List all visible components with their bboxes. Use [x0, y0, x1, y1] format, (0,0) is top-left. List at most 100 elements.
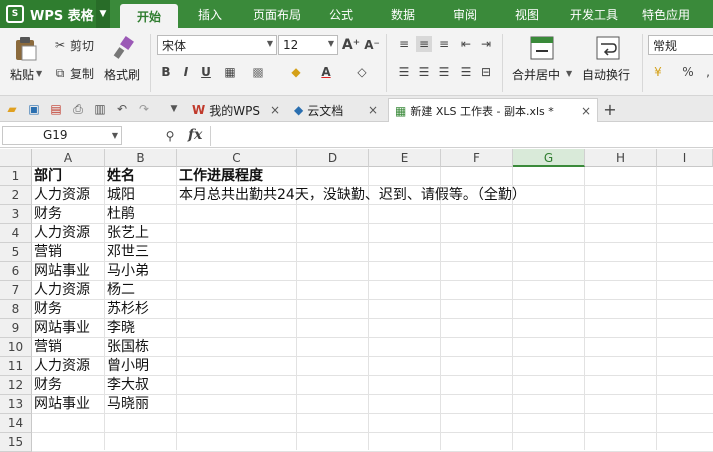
cell-dept[interactable]: 营销 [32, 338, 62, 357]
cell-dept[interactable]: 营销 [32, 243, 62, 262]
row-header-12[interactable]: 12 [0, 376, 32, 395]
close-icon[interactable]: × [581, 104, 591, 118]
tab-features[interactable]: 特色应用 [634, 0, 698, 28]
indent-icon[interactable]: ⇥ [478, 36, 494, 52]
tab-formulas[interactable]: 公式 [318, 0, 364, 28]
cell-name[interactable]: 苏杉杉 [105, 300, 149, 319]
column-header-c[interactable]: C [177, 149, 297, 167]
close-icon[interactable]: × [270, 103, 280, 117]
column-header-h[interactable]: H [585, 149, 657, 167]
name-box[interactable]: G19 ▼ [2, 126, 122, 145]
bold-icon[interactable]: B [158, 64, 174, 80]
cell-name[interactable]: 李晓 [105, 319, 135, 338]
row-header-1[interactable]: 1 [0, 167, 32, 186]
column-header-d[interactable]: D [297, 149, 369, 167]
increase-font-icon[interactable]: A⁺ [342, 37, 360, 53]
close-icon[interactable]: × [368, 103, 378, 117]
font-color-icon[interactable]: A [318, 64, 334, 80]
print-preview-icon[interactable]: ▥ [92, 101, 108, 117]
row-header-9[interactable]: 9 [0, 319, 32, 338]
cell-dept[interactable]: 网站事业 [32, 262, 90, 281]
cell-name[interactable]: 张国栋 [105, 338, 149, 357]
underline-icon[interactable]: U [198, 64, 214, 80]
tab-view[interactable]: 视图 [504, 0, 550, 28]
tab-cloud-docs[interactable]: ◆ 云文档 × [288, 98, 384, 122]
cell-dept[interactable]: 人力资源 [32, 224, 90, 243]
new-tab-icon[interactable]: + [602, 100, 618, 119]
percent-button[interactable]: % [680, 64, 696, 80]
row-header-2[interactable]: 2 [0, 186, 32, 205]
select-all-corner[interactable] [0, 149, 32, 167]
cell-dept[interactable]: 财务 [32, 205, 62, 224]
column-header-i[interactable]: I [657, 149, 713, 167]
row-header-15[interactable]: 15 [0, 433, 32, 452]
italic-icon[interactable]: I [178, 64, 194, 80]
wrap-text-button[interactable]: 自动换行 [580, 34, 636, 92]
column-header-b[interactable]: B [105, 149, 177, 167]
cell-dept[interactable]: 人力资源 [32, 281, 90, 300]
paste-button[interactable]: 粘贴 ▼ [10, 34, 42, 92]
row-header-11[interactable]: 11 [0, 357, 32, 376]
cell-name[interactable]: 城阳 [105, 186, 135, 205]
row-header-4[interactable]: 4 [0, 224, 32, 243]
fill-color-icon[interactable]: ◆ [288, 64, 304, 80]
chevron-down-icon[interactable]: ▼ [112, 127, 118, 144]
align-middle-icon[interactable]: ≡ [416, 36, 432, 52]
row-header-14[interactable]: 14 [0, 414, 32, 433]
font-name-select[interactable]: 宋体 ▼ [157, 35, 277, 55]
tab-home[interactable]: 开始 [120, 4, 178, 28]
align-right-icon[interactable]: ☰ [436, 64, 452, 80]
undo-icon[interactable]: ↶ [114, 101, 130, 117]
merge-center-button[interactable]: 合并居中 ▼ [508, 34, 574, 92]
justify-icon[interactable]: ☰ [458, 64, 474, 80]
column-header-e[interactable]: E [369, 149, 441, 167]
fill-pattern-icon[interactable]: ▩ [250, 64, 266, 80]
tab-developer[interactable]: 开发工具 [562, 0, 626, 28]
cell-name[interactable]: 马小弟 [105, 262, 149, 281]
distribute-icon[interactable]: ⊟ [478, 64, 494, 80]
folder-icon[interactable]: ▰ [4, 101, 20, 117]
border-icon[interactable]: ▦ [222, 64, 238, 80]
row-header-3[interactable]: 3 [0, 205, 32, 224]
tab-insert[interactable]: 插入 [184, 0, 236, 28]
row-header-8[interactable]: 8 [0, 300, 32, 319]
cell-name[interactable]: 李大叔 [105, 376, 149, 395]
cell-name[interactable]: 马晓丽 [105, 395, 149, 414]
row-header-13[interactable]: 13 [0, 395, 32, 414]
align-left-icon[interactable]: ☰ [396, 64, 412, 80]
font-size-select[interactable]: 12 ▼ [278, 35, 338, 55]
cell-dept[interactable]: 财务 [32, 376, 62, 395]
cell-name[interactable]: 杜鹃 [105, 205, 135, 224]
tab-workbook[interactable]: ▦ 新建 XLS 工作表 - 副本.xls * × [388, 98, 598, 122]
copy-button[interactable]: ⧉ 复制 [52, 64, 94, 82]
zoom-search-icon[interactable]: ⚲ [162, 128, 178, 144]
column-header-a[interactable]: A [32, 149, 105, 167]
tab-my-wps[interactable]: W 我的WPS × [186, 98, 286, 122]
row-header-5[interactable]: 5 [0, 243, 32, 262]
chevron-down-icon[interactable]: ▼ [36, 69, 42, 78]
tab-data[interactable]: 数据 [380, 0, 426, 28]
comma-style-icon[interactable]: , [700, 64, 713, 80]
align-center-icon[interactable]: ☰ [416, 64, 432, 80]
cell-dept[interactable]: 人力资源 [32, 186, 90, 205]
clear-format-icon[interactable]: ◇ [354, 64, 370, 80]
number-format-select[interactable]: 常规 [648, 35, 713, 55]
cell-name[interactable]: 张艺上 [105, 224, 149, 243]
currency-icon[interactable]: ¥ [650, 64, 666, 80]
insert-function-icon[interactable]: fx [188, 127, 202, 143]
cell-dept[interactable]: 网站事业 [32, 319, 90, 338]
cell-dept[interactable]: 网站事业 [32, 395, 90, 414]
chevron-down-icon[interactable]: ▼ [96, 0, 110, 28]
chevron-down-icon[interactable]: ▼ [166, 101, 182, 117]
row-header-6[interactable]: 6 [0, 262, 32, 281]
redo-icon[interactable]: ↷ [136, 101, 152, 117]
format-painter-button[interactable]: 格式刷 [104, 34, 144, 92]
align-top-icon[interactable]: ≡ [396, 36, 412, 52]
cell-header-progress[interactable]: 工作进展程度 [177, 167, 263, 186]
cell-name[interactable]: 邓世三 [105, 243, 149, 262]
formula-input[interactable] [210, 126, 713, 146]
tab-review[interactable]: 审阅 [442, 0, 488, 28]
cell-dept[interactable]: 财务 [32, 300, 62, 319]
row-header-10[interactable]: 10 [0, 338, 32, 357]
export-pdf-icon[interactable]: ▤ [48, 101, 64, 117]
